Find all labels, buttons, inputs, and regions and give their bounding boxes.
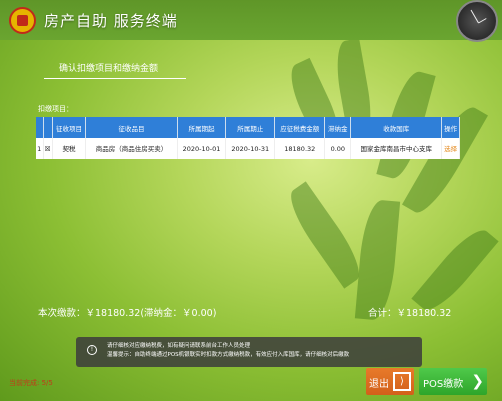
row-item: 商品房（商品住房买卖） (85, 138, 178, 159)
column-header-project: 征收项目 (52, 117, 87, 138)
column-header (43, 117, 53, 138)
items-label: 扣缴项目： (38, 105, 73, 113)
top-bar: 房产自助 服务终端 (0, 0, 502, 40)
table-header-row: 征收项目 征收品目 所属期起 所属期止 应征税费金额 滞纳金 收款国库 操作 (36, 117, 460, 138)
column-header-start: 所属期起 (177, 117, 227, 138)
exit-button-label: 退出 (369, 379, 389, 390)
tax-emblem-icon (9, 7, 36, 34)
column-header-late-fee: 滞纳金 (324, 117, 352, 138)
row-late-fee: 0.00 (324, 138, 352, 159)
payment-summary: 本次缴款：￥18180.32(滞纳金：￥0.00) (38, 308, 217, 319)
column-header-end: 所属期止 (225, 117, 276, 138)
table-row[interactable]: 1 ☒ 契税 商品房（商品住房买卖） 2020-10-01 2020-10-31… (36, 138, 460, 159)
background-leaf (411, 222, 499, 318)
page-subtitle: 确认扣缴项目和缴纳金额 (59, 64, 159, 74)
notice-line-1: 请仔细核对应缴纳税费，如有疑问请联系前台工作人员处理 (107, 343, 251, 349)
chevron-right-icon: ❯ (471, 372, 484, 390)
column-header-item: 征收品目 (85, 117, 178, 138)
subtitle-underline (44, 78, 186, 79)
select-link[interactable]: 选择 (441, 138, 460, 159)
pos-pay-button[interactable]: POS缴款 ❯ (419, 368, 487, 395)
row-project: 契税 (52, 138, 87, 159)
row-index: 1 (36, 138, 44, 159)
info-icon: ! (87, 345, 97, 355)
row-treasury: 国家金库南昌市中心支库 (350, 138, 443, 159)
column-header-action: 操作 (441, 117, 460, 138)
column-header-treasury: 收款国库 (350, 117, 443, 138)
app-title: 房产自助 服务终端 (44, 12, 178, 30)
notice-box: ! 请仔细核对应缴纳税费，如有疑问请联系前台工作人员处理 温馨提示：自助终端通过… (76, 337, 422, 367)
notice-line-2: 温馨提示：自助终端通过POS机银联实时扣款方式缴纳税款，有效应付入库国库，请仔细… (107, 352, 350, 358)
row-start: 2020-10-01 (177, 138, 227, 159)
pos-pay-button-label: POS缴款 (423, 379, 464, 390)
row-checkbox[interactable]: ☒ (43, 138, 53, 159)
tax-items-table: 征收项目 征收品目 所属期起 所属期止 应征税费金额 滞纳金 收款国库 操作 1… (36, 117, 460, 159)
row-end: 2020-10-31 (225, 138, 276, 159)
background-leaf (281, 181, 369, 289)
row-amount: 18180.32 (274, 138, 326, 159)
clock-icon (456, 0, 498, 42)
progress-status: 当前完成: 5/5 (9, 379, 53, 387)
payment-total: 合计：￥18180.32 (368, 308, 452, 319)
exit-icon: ⟩ (393, 372, 411, 391)
background-leaf (354, 198, 401, 322)
column-header-amount: 应征税费金额 (274, 117, 326, 138)
exit-button[interactable]: 退出 ⟩ (366, 368, 414, 395)
column-header (36, 117, 44, 138)
